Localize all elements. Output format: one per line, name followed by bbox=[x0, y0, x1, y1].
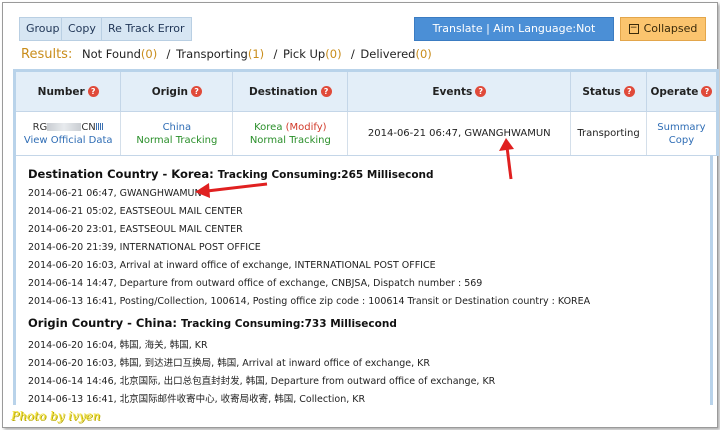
results-summary: Results: Not Found(0) / Transporting(1) … bbox=[21, 47, 432, 62]
left-arrow-annotation bbox=[195, 182, 268, 198]
event-line: 2014-06-21 06:47, GWANGHWAMUN bbox=[28, 188, 202, 199]
minus-box-icon: − bbox=[628, 23, 639, 34]
help-icon[interactable]: ? bbox=[191, 86, 203, 97]
result-filter-delivered[interactable]: Delivered(0) bbox=[360, 47, 431, 61]
header-origin: Origin? bbox=[120, 72, 234, 112]
copy-link[interactable]: Copy bbox=[669, 135, 694, 146]
event-line: 2014-06-20 21:39, INTERNATIONAL POST OFF… bbox=[28, 242, 261, 253]
event-line: 2014-06-13 16:41, Posting/Collection, 10… bbox=[28, 296, 591, 307]
photo-watermark: Photo by ivyen bbox=[11, 409, 101, 423]
header-status: Status? bbox=[570, 72, 647, 112]
group-button[interactable]: Group bbox=[19, 17, 67, 41]
result-filter-transporting[interactable]: Transporting(1) bbox=[176, 47, 264, 61]
origin-status: Normal Tracking bbox=[136, 134, 218, 146]
cell-destination: Korea (Modify) Normal Tracking bbox=[232, 111, 349, 156]
origin-country-link[interactable]: China bbox=[163, 122, 192, 133]
help-icon[interactable]: ? bbox=[701, 86, 713, 97]
cell-event: 2014-06-21 06:47, GWANGHWAMUN bbox=[347, 111, 572, 156]
results-label: Results: bbox=[21, 47, 73, 62]
collapse-label: Collapsed bbox=[643, 22, 698, 35]
copy-button[interactable]: Copy bbox=[61, 17, 103, 41]
cell-number: RG CN View Official Data bbox=[16, 111, 122, 156]
dest-country-link[interactable]: Korea bbox=[254, 122, 282, 133]
help-icon[interactable]: ? bbox=[623, 86, 635, 97]
redacted-digits bbox=[47, 122, 82, 131]
translate-button[interactable]: Translate | Aim Language:Not Translated bbox=[414, 17, 614, 57]
up-arrow-annotation bbox=[499, 138, 514, 180]
cell-operate: Summary Copy bbox=[646, 111, 716, 156]
cell-status: Transporting bbox=[570, 111, 647, 156]
event-line: 2014-06-20 16:03, Arrival at inward offi… bbox=[28, 260, 436, 271]
header-operate: Operate? bbox=[646, 72, 716, 112]
table-row: RG CN View Official Data China Normal Tra… bbox=[16, 111, 716, 156]
event-line: 2014-06-13 16:41, 北京国际邮件收寄中心, 收寄局收寄, 韩国,… bbox=[28, 394, 366, 405]
header-number: Number? bbox=[16, 72, 122, 112]
header-events: Events? bbox=[347, 72, 572, 112]
help-icon[interactable]: ? bbox=[87, 86, 99, 97]
result-filter-pickup[interactable]: Pick Up(0) bbox=[283, 47, 342, 61]
event-line: 2014-06-20 16:03, 韩国, 到达进口互换局, 韩国, Arriv… bbox=[28, 358, 430, 369]
help-icon[interactable]: ? bbox=[320, 86, 332, 97]
barcode-icon bbox=[95, 123, 104, 130]
help-icon[interactable]: ? bbox=[475, 86, 487, 97]
header-destination: Destination? bbox=[232, 72, 349, 112]
result-filter-notfound[interactable]: Not Found(0) bbox=[82, 47, 157, 61]
event-line: 2014-06-21 05:02, EASTSEOUL MAIL CENTER bbox=[28, 206, 243, 217]
event-line: 2014-06-20 16:04, 韩国, 海关, 韩国, KR bbox=[28, 340, 208, 351]
screenshot-frame: Group Copy Re Track Error Translate | Ai… bbox=[2, 2, 719, 428]
modify-link[interactable]: (Modify) bbox=[286, 122, 327, 133]
table-header-row: Number? Origin? Destination? Events? Sta… bbox=[16, 72, 716, 112]
tracking-table: Number? Origin? Destination? Events? Sta… bbox=[13, 69, 719, 156]
retrack-error-button[interactable]: Re Track Error bbox=[101, 17, 192, 41]
event-line: 2014-06-14 14:46, 北京国际, 出口总包直封封发, 韩国, De… bbox=[28, 376, 496, 387]
event-line: 2014-06-14 14:47, Departure from outward… bbox=[28, 278, 483, 289]
collapse-button[interactable]: − Collapsed bbox=[620, 17, 706, 41]
event-line: 2014-06-20 23:01, EASTSEOUL MAIL CENTER bbox=[28, 224, 243, 235]
tracking-details: Destination Country - Korea: Tracking Co… bbox=[13, 155, 713, 405]
tracking-number: RG CN bbox=[33, 122, 104, 133]
origin-heading: Origin Country - China: Tracking Consumi… bbox=[28, 316, 397, 330]
summary-link[interactable]: Summary bbox=[657, 122, 705, 133]
view-official-data-link[interactable]: View Official Data bbox=[24, 135, 113, 146]
cell-origin: China Normal Tracking bbox=[120, 111, 234, 156]
dest-status: Normal Tracking bbox=[249, 134, 331, 146]
